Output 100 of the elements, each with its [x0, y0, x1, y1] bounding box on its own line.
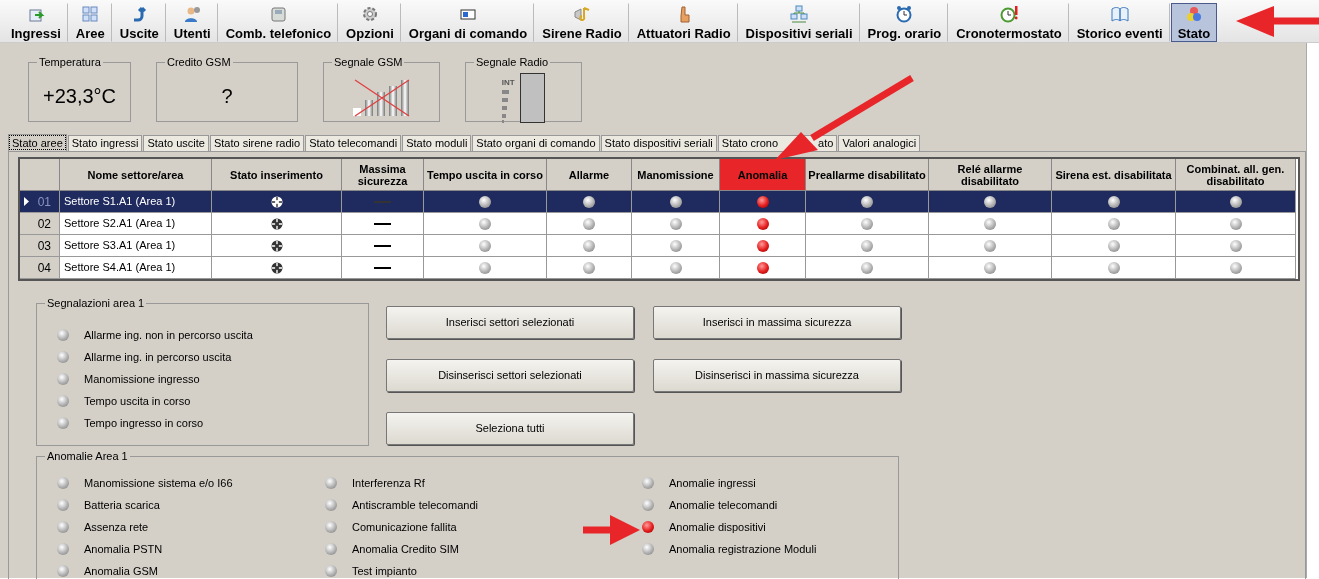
speaker-note-icon [573, 5, 591, 23]
status-label: Anomalia registrazione Moduli [669, 541, 817, 557]
status-label: Anomalie dispositivi [669, 519, 766, 535]
gauge-title: Segnale GSM [332, 55, 405, 69]
tab[interactable]: Stato ingressi [67, 135, 143, 151]
network-icon [790, 5, 809, 23]
column-header: Massima sicurezza [342, 159, 424, 191]
row-header[interactable]: 01 [20, 191, 60, 213]
status-label: Batteria scarica [84, 497, 160, 513]
row-number: 04 [37, 259, 51, 277]
toolbar-button[interactable]: Stato [1170, 3, 1218, 42]
tab[interactable]: Stato aree [8, 134, 67, 151]
tab[interactable]: Valori analogici [838, 135, 921, 151]
status-label: Anomalia PSTN [84, 541, 163, 557]
status-label: Manomissione sistema e/o I66 [84, 475, 233, 491]
toolbar-button[interactable]: Aree [68, 3, 112, 42]
column-header: Combinat. all. gen. disabilitato [1176, 159, 1296, 191]
status-label: Interferenza Rf [352, 475, 425, 491]
crosshair-icon [270, 261, 283, 274]
crosshair-icon [270, 217, 283, 230]
status-label: Anomalie ingressi [669, 475, 756, 491]
toolbar-button[interactable]: Comb. telefonico [218, 3, 339, 42]
toolbar-button[interactable]: Dispositivi seriali [738, 3, 860, 42]
dash-icon [374, 200, 391, 203]
status-label: Assenza rete [84, 519, 149, 535]
row-header[interactable]: 02 [20, 213, 60, 235]
phone-icon [269, 5, 288, 23]
table-cell: Settore S1.A1 (Area 1) [60, 191, 212, 213]
gauge-value: +23,3°C [42, 84, 116, 109]
column-header: Nome settore/area [60, 159, 212, 191]
toolbar-button[interactable]: Attuatori Radio [629, 3, 738, 42]
status-label: Comunicazione fallita [352, 519, 457, 535]
toolbar-button[interactable]: Opzioni [339, 3, 401, 42]
signal-label: INT [501, 77, 515, 89]
status-label: Allarme ing. non in percorso uscita [84, 327, 253, 343]
crosshair-icon [270, 239, 283, 252]
dash-icon [374, 266, 391, 269]
table-cell: Settore S4.A1 (Area 1) [60, 257, 212, 279]
alarm-clock-icon [999, 5, 1018, 23]
status-label: Anomalie telecomandi [669, 497, 778, 513]
dash-icon [374, 222, 391, 225]
tab[interactable]: Stato uscite [143, 135, 209, 151]
table-cell: Settore S2.A1 (Area 1) [60, 213, 212, 235]
tab[interactable]: Stato dispositivi seriali [600, 135, 717, 151]
status-label: Manomissione ingresso [84, 371, 200, 387]
status-label: Allarme ing. in percorso uscita [84, 349, 232, 365]
toolbar-button[interactable]: Organi di comando [401, 3, 535, 42]
toolbar-button[interactable]: Ingressi [4, 3, 68, 42]
row-header[interactable]: 03 [20, 235, 60, 257]
gauge-title: Credito GSM [165, 55, 233, 69]
status-label: Test impianto [352, 563, 417, 579]
balls-icon [1184, 5, 1203, 23]
signal-level-icon [501, 89, 510, 123]
tab[interactable]: Stato telecomandi [305, 135, 402, 151]
status-label: Antiscramble telecomandi [352, 497, 478, 513]
crosshair-icon [270, 195, 283, 208]
table-corner [20, 159, 60, 191]
users-icon [183, 5, 202, 23]
status-label: Anomalia Credito SIM [352, 541, 459, 557]
column-header: Manomissione [632, 159, 720, 191]
row-header[interactable]: 04 [20, 257, 60, 279]
group-title: Anomalie Area 1 [45, 449, 130, 463]
column-header: Sirena est. disabilitata [1052, 159, 1176, 191]
alarm-clock-icon [895, 5, 914, 23]
table-cell: Settore S3.A1 (Area 1) [60, 235, 212, 257]
toolbar-button[interactable]: Sirene Radio [535, 3, 629, 42]
column-header: Allarme [547, 159, 632, 191]
action-button[interactable]: Disinserisci settori selezionati [386, 359, 634, 392]
tab[interactable]: Stato sirene radio [209, 135, 305, 151]
row-number: 02 [37, 215, 51, 233]
toolbar-button[interactable]: Prog. orario [860, 3, 949, 42]
status-label: Tempo ingresso in corso [84, 415, 204, 431]
column-header: Stato inserimento [212, 159, 342, 191]
row-number: 03 [37, 237, 51, 255]
status-label: Tempo uscita in corso [84, 393, 191, 409]
toolbar-button[interactable]: Utenti [166, 3, 218, 42]
action-button[interactable]: Seleziona tutti [386, 412, 634, 445]
toolbar-button[interactable]: Uscite [112, 3, 166, 42]
toolbar-button[interactable]: Storico eventi [1069, 3, 1170, 42]
column-header: Relé allarme disabilitato [929, 159, 1052, 191]
toolbar-button[interactable]: Cronotermostato [949, 3, 1069, 42]
gauge-title: Segnale Radio [474, 55, 551, 69]
book-icon [1110, 5, 1129, 23]
action-button[interactable]: Inserisci in massima sicurezza [653, 306, 901, 339]
tab[interactable]: Stato organi di comando [472, 135, 600, 151]
gear-icon [360, 5, 379, 23]
row-number: 01 [37, 193, 51, 211]
action-button[interactable]: Inserisci settori selezionati [386, 306, 634, 339]
column-header: Tempo uscita in corso [424, 159, 547, 191]
action-button[interactable]: Disinserisci in massima sicurezza [653, 359, 901, 392]
column-header: Preallarme disabilitato [806, 159, 929, 191]
signal-meter [520, 73, 546, 123]
dash-icon [374, 244, 391, 247]
gauge-value: ? [221, 84, 233, 109]
grid-icon [81, 5, 100, 23]
group-title: Segnalazioni area 1 [45, 296, 147, 310]
tab[interactable]: Stato moduli [402, 135, 472, 151]
gauge-title: Temperatura [37, 55, 103, 69]
current-row-icon [24, 197, 29, 206]
status-label: Anomalia GSM [84, 563, 158, 579]
